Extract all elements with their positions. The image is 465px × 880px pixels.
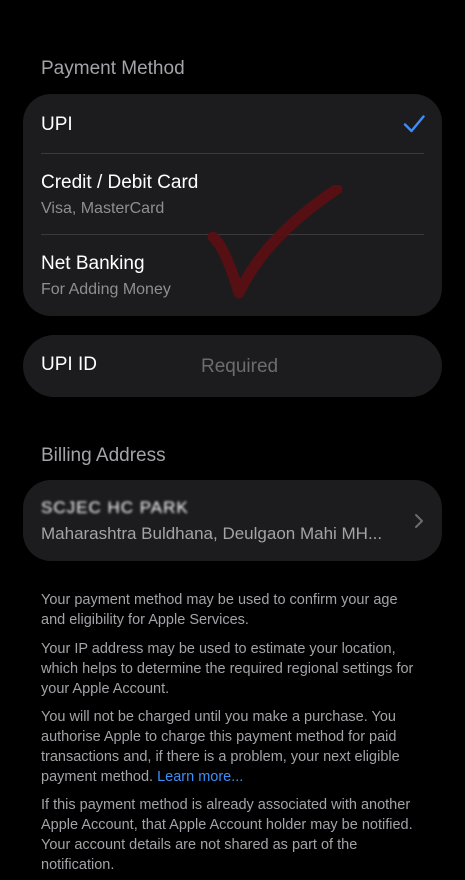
payment-method-card: UPI Credit / Debit Card Visa, MasterCard…: [23, 94, 442, 316]
divider: [41, 234, 424, 235]
divider: [41, 153, 424, 154]
learn-more-link[interactable]: Learn more...: [157, 769, 243, 785]
payment-option-card[interactable]: Credit / Debit Card Visa, MasterCard: [41, 172, 424, 222]
info-paragraph-1: Your payment method may be used to confi…: [41, 592, 398, 628]
info-paragraph-3: You will not be charged until you make a…: [41, 707, 421, 787]
billing-address-line: Maharashtra Buldhana, Deulgaon Mahi MH..…: [41, 524, 383, 543]
payment-option-card-label: Credit / Debit Card: [41, 172, 199, 193]
payment-option-netbanking-label: Net Banking: [41, 253, 145, 274]
payment-option-upi[interactable]: UPI: [41, 114, 424, 154]
upi-id-label: UPI ID: [41, 354, 97, 375]
info-paragraph-4: If this payment method is already associ…: [41, 797, 413, 873]
info-paragraph-2: Your IP address may be used to estimate …: [41, 641, 414, 697]
billing-address-heading: Billing Address: [41, 445, 166, 466]
billing-address-row[interactable]: SCJEC HC PARK Maharashtra Buldhana, Deul…: [23, 480, 442, 561]
upi-id-field-card: UPI ID: [23, 335, 442, 397]
payment-option-card-sublabel: Visa, MasterCard: [41, 200, 165, 217]
chevron-right-icon: [415, 514, 423, 528]
payment-option-netbanking[interactable]: Net Banking For Adding Money: [41, 253, 424, 303]
payment-option-upi-label: UPI: [41, 114, 73, 135]
upi-id-input[interactable]: [199, 351, 423, 383]
payment-option-netbanking-sublabel: For Adding Money: [41, 281, 171, 298]
billing-name-redacted: SCJEC HC PARK: [41, 498, 189, 517]
checkmark-icon: [403, 115, 425, 133]
payment-method-heading: Payment Method: [41, 58, 185, 79]
